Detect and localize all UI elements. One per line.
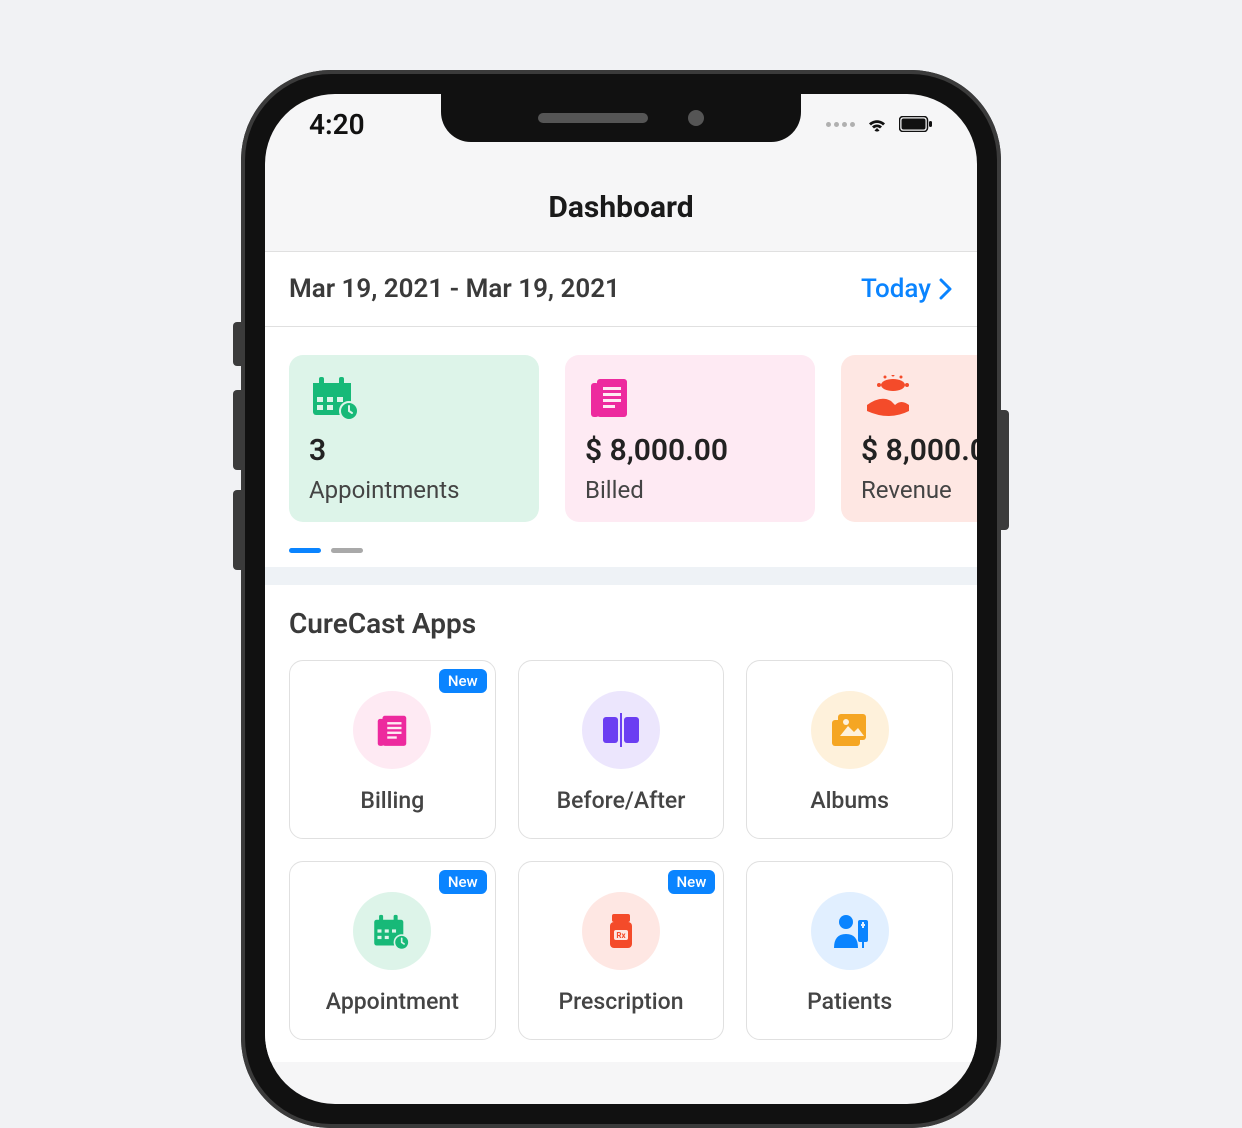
today-label: Today [861,274,931,304]
stat-label: Appointments [309,476,519,504]
pager [265,542,977,567]
albums-icon [811,691,889,769]
billing-icon [353,691,431,769]
section-divider [265,567,977,585]
revenue-icon [861,373,977,421]
app-tile-prescription[interactable]: New Rx Prescription [518,861,725,1040]
today-button[interactable]: Today [861,274,953,304]
app-header: Dashboard [265,154,977,252]
power-button [1001,410,1009,530]
status-time: 4:20 [309,108,365,141]
apps-section-title: CureCast Apps [289,607,953,640]
battery-icon [899,116,933,132]
compare-icon [582,691,660,769]
new-badge: New [668,870,716,894]
stat-value: $ 8,000.0 [861,433,977,468]
stat-label: Billed [585,476,795,504]
calendar-icon [309,373,519,421]
new-badge: New [439,669,487,693]
app-tile-albums[interactable]: Albums [746,660,953,839]
volume-down-button [233,490,241,570]
pager-dot[interactable] [331,548,363,553]
bill-icon [585,373,795,421]
date-row: Mar 19, 2021 - Mar 19, 2021 Today [265,252,977,327]
stat-value: $ 8,000.00 [585,433,795,468]
phone-frame: 4:20 Dashboard Mar 19, 2021 - Mar 19, 20… [241,70,1001,1128]
chevron-right-icon [939,278,953,300]
app-label: Patients [807,988,892,1015]
phone-screen: 4:20 Dashboard Mar 19, 2021 - Mar 19, 20… [265,94,977,1104]
wifi-icon [865,115,889,133]
new-badge: New [439,870,487,894]
app-tile-billing[interactable]: New Billing [289,660,496,839]
date-range: Mar 19, 2021 - Mar 19, 2021 [289,274,620,304]
front-camera [688,110,704,126]
app-label: Albums [810,787,889,814]
app-tile-appointment[interactable]: New Appointment [289,861,496,1040]
app-label: Appointment [326,988,459,1015]
stat-card-billed[interactable]: $ 8,000.00 Billed [565,355,815,522]
svg-text:Rx: Rx [616,931,626,940]
app-tile-patients[interactable]: Patients [746,861,953,1040]
patients-icon [811,892,889,970]
stat-value: 3 [309,433,519,468]
page-title: Dashboard [265,190,977,225]
app-label: Prescription [558,988,683,1015]
status-right [826,115,933,133]
appointment-icon [353,892,431,970]
stat-card-appointments[interactable]: 3 Appointments [289,355,539,522]
stat-label: Revenue [861,476,977,504]
stat-card-revenue[interactable]: $ 8,000.0 Revenue [841,355,977,522]
app-label: Billing [360,787,424,814]
app-tile-before-after[interactable]: Before/After [518,660,725,839]
apps-section: CureCast Apps New Billing Before/After [265,585,977,1062]
notch [441,94,801,142]
speaker [538,113,648,123]
volume-up-button [233,390,241,470]
prescription-icon: Rx [582,892,660,970]
pager-dot-active[interactable] [289,548,321,553]
app-label: Before/After [557,787,686,814]
stats-row[interactable]: 3 Appointments $ 8,000.00 Billed $ 8,000… [265,327,977,542]
apps-grid: New Billing Before/After Al [289,660,953,1040]
mute-switch [233,322,241,366]
signal-icon [826,122,855,127]
